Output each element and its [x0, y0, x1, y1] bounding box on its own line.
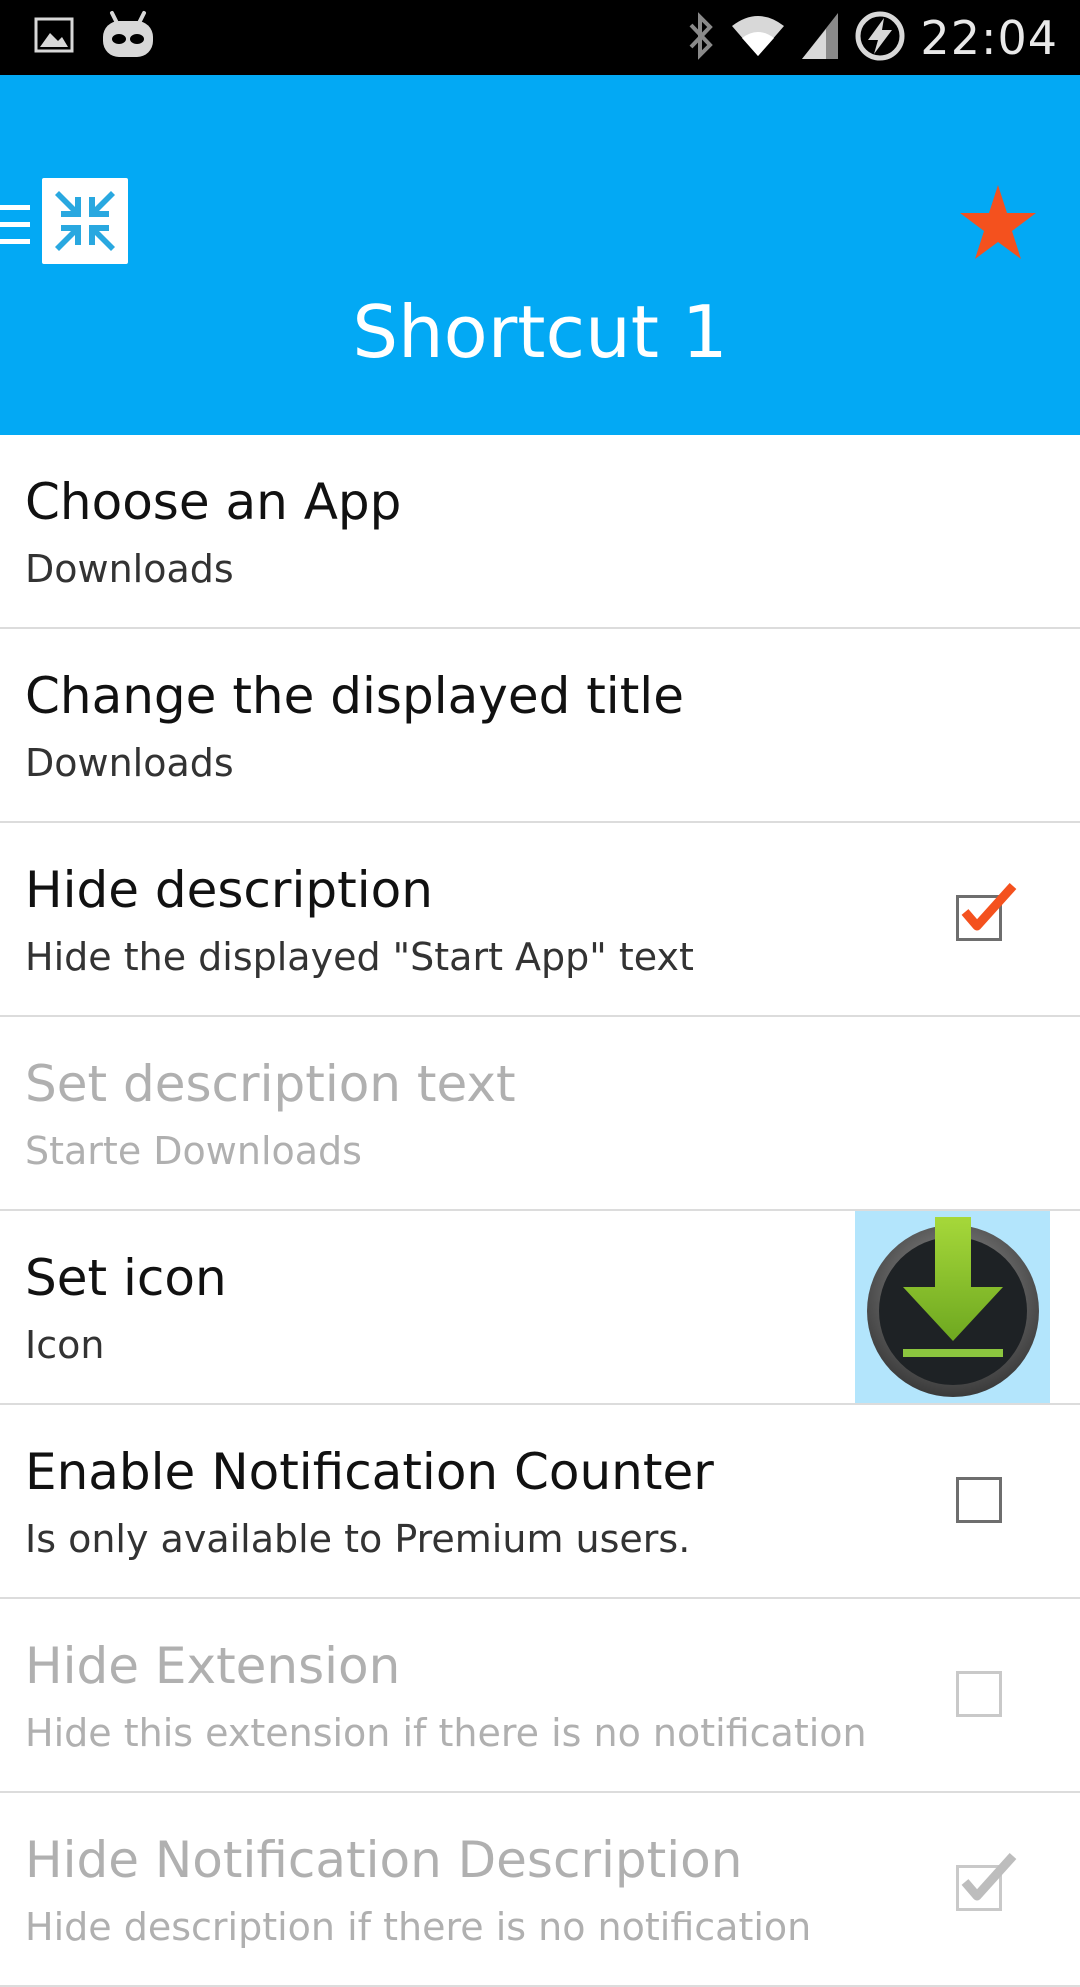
pref-hide-description[interactable]: Hide description Hide the displayed "Sta…: [0, 823, 1080, 1017]
checkmark-icon: [957, 1846, 1019, 1912]
pref-title: Hide Notification Description: [25, 1831, 743, 1889]
pref-hide-extension: Hide Extension Hide this extension if th…: [0, 1599, 1080, 1793]
image-icon: [34, 17, 74, 57]
pref-summary: Starte Downloads: [25, 1129, 362, 1173]
bluetooth-icon: [686, 11, 716, 65]
notification-counter-checkbox[interactable]: [956, 1477, 1002, 1523]
battery-charging-icon: [854, 10, 906, 66]
download-icon: [863, 1213, 1043, 1401]
hide-extension-checkbox: [956, 1671, 1002, 1717]
pref-summary: Hide the displayed "Start App" text: [25, 935, 694, 979]
app-logo-icon[interactable]: [42, 178, 128, 264]
status-bar-left: [34, 9, 156, 65]
pref-summary: Downloads: [25, 741, 234, 785]
pref-title: Set icon: [25, 1249, 227, 1307]
signal-icon: [800, 11, 840, 65]
pref-summary: Hide this extension if there is no notif…: [25, 1711, 867, 1755]
app-bar: Shortcut 1: [0, 75, 1080, 435]
wifi-icon: [730, 14, 786, 62]
status-bar-right: 22:04: [686, 0, 1058, 75]
pref-summary: Hide description if there is no notifica…: [25, 1905, 812, 1949]
pref-notification-counter[interactable]: Enable Notification Counter Is only avai…: [0, 1405, 1080, 1599]
pref-title: Hide Extension: [25, 1637, 401, 1695]
pref-hide-notification-description: Hide Notification Description Hide descr…: [0, 1793, 1080, 1987]
android-icon: [100, 9, 156, 65]
hide-description-checkbox[interactable]: [956, 882, 1017, 941]
pref-summary: Is only available to Premium users.: [25, 1517, 691, 1561]
pref-title: Enable Notification Counter: [25, 1443, 714, 1501]
page-title: Shortcut 1: [352, 290, 728, 374]
pref-title: Set description text: [25, 1055, 516, 1113]
pref-set-icon[interactable]: Set icon Icon: [0, 1211, 1080, 1405]
pref-choose-app[interactable]: Choose an App Downloads: [0, 435, 1080, 629]
menu-icon[interactable]: [0, 203, 30, 251]
pref-set-description-text: Set description text Starte Downloads: [0, 1017, 1080, 1211]
status-time: 22:04: [920, 10, 1058, 65]
preference-list: Choose an App Downloads Change the displ…: [0, 435, 1080, 1987]
star-icon[interactable]: [958, 183, 1038, 263]
pref-change-title[interactable]: Change the displayed title Downloads: [0, 629, 1080, 823]
icon-preview[interactable]: [855, 1211, 1050, 1403]
pref-title: Choose an App: [25, 473, 402, 531]
status-bar: 22:04: [0, 0, 1080, 75]
pref-summary: Icon: [25, 1323, 105, 1367]
pref-title: Hide description: [25, 861, 433, 919]
hide-notification-description-checkbox: [956, 1852, 1017, 1911]
checkmark-icon: [957, 876, 1019, 942]
pref-title: Change the displayed title: [25, 667, 684, 725]
pref-summary: Downloads: [25, 547, 234, 591]
